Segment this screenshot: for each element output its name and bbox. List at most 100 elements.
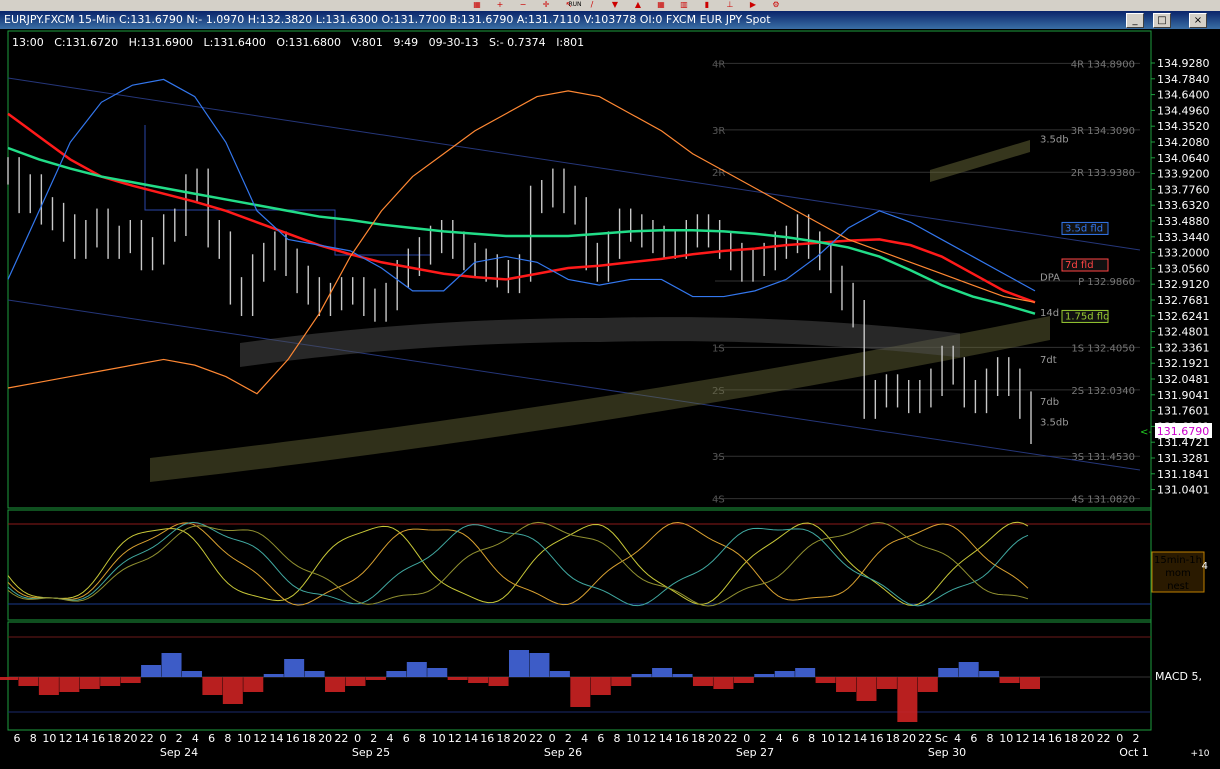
x-tick-label: 20 — [707, 732, 721, 745]
x-tick-label: 14 — [464, 732, 478, 745]
macd-bar — [386, 671, 407, 677]
pivot-left-label: 1S — [712, 343, 725, 354]
x-tick-label: 2 — [760, 732, 767, 745]
macd-bar — [672, 674, 693, 677]
macd-bar — [0, 677, 18, 680]
macd-bar — [181, 671, 202, 677]
x-tick-label: 12 — [253, 732, 267, 745]
pivot-right-label: 2S 132.0340 — [1071, 386, 1135, 397]
info-close: C:131.6720 — [54, 36, 119, 49]
macd-bar — [100, 677, 121, 686]
y-tick-label: 132.3361 — [1157, 341, 1210, 354]
x-tick-label: 18 — [1064, 732, 1078, 745]
x-tick-label: 6 — [597, 732, 604, 745]
x-date-label: Oct 1 — [1119, 746, 1149, 759]
x-tick-label: 2 — [565, 732, 572, 745]
macd-bar — [79, 677, 100, 689]
y-tick-label: 131.7601 — [1157, 405, 1210, 418]
macd-bar — [141, 665, 162, 677]
macd-bar — [979, 671, 1000, 677]
y-tick-label: 132.6241 — [1157, 310, 1210, 323]
macd-bar — [713, 677, 734, 689]
x-tick-label: 4 — [192, 732, 199, 745]
pivot-right-label: 3R 134.3090 — [1071, 126, 1135, 137]
x-tick-label: 6 — [792, 732, 799, 745]
price-chart[interactable]: 4R 4R 134.8900 3R 3R 134.3090 2R 2R 133.9380 P… — [0, 0, 1220, 769]
x-tick-label: 22 — [529, 732, 543, 745]
x-tick-label: 10 — [626, 732, 640, 745]
macd-bar — [427, 668, 448, 677]
x-tick-label: 0 — [1116, 732, 1123, 745]
macd-bar — [692, 677, 713, 686]
cycle-band-right — [930, 140, 1030, 182]
pivot-left-label: 3S — [712, 452, 725, 463]
macd-bar — [38, 677, 59, 695]
y-tick-label: 131.0401 — [1157, 484, 1210, 497]
macd-bar — [938, 668, 959, 677]
y-tick-label: 132.1921 — [1157, 357, 1210, 370]
macd-bar — [631, 674, 652, 677]
macd-bar — [509, 650, 529, 677]
x-tick-label: 12 — [837, 732, 851, 745]
y-tick-label: 132.0481 — [1157, 373, 1210, 386]
x-tick-label: 2 — [370, 732, 377, 745]
momentum-line — [7, 521, 1029, 607]
macd-bar — [222, 677, 243, 704]
x-tick-label: 16 — [286, 732, 300, 745]
x-tick-label: 4 — [581, 732, 588, 745]
x-tick-label: 22 — [334, 732, 348, 745]
band-label: 1.75d fld — [1065, 311, 1109, 322]
macd-bar — [406, 662, 427, 677]
macd-bar — [815, 677, 836, 683]
macd-bar — [754, 674, 775, 677]
x-tick-label: 20 — [1080, 732, 1094, 745]
macd-bar — [468, 677, 489, 683]
x-tick-label: 14 — [269, 732, 283, 745]
info-s: S:- 0.7374 — [489, 36, 546, 49]
pivot-right-label: 4S 131.0820 — [1071, 495, 1135, 506]
x-tick-label: 6 — [14, 732, 21, 745]
macd-bar — [611, 677, 632, 686]
x-tick-label: 8 — [808, 732, 815, 745]
info-clock: 9:49 — [393, 36, 419, 49]
band-label: DPA — [1040, 273, 1060, 284]
x-tick-label: 0 — [354, 732, 361, 745]
momentum-line — [7, 521, 1029, 606]
momentum-legend-line: 15min-1h — [1154, 555, 1202, 566]
y-tick-label: 132.7681 — [1157, 294, 1210, 307]
x-tick-label: 0 — [549, 732, 556, 745]
y-tick-label: 131.4721 — [1157, 436, 1210, 449]
x-tick-label: 14 — [75, 732, 89, 745]
y-tick-label: 134.4960 — [1157, 104, 1210, 117]
y-tick-label: 134.2080 — [1157, 136, 1210, 149]
x-tick-label: 18 — [497, 732, 511, 745]
x-tick-label: 16 — [870, 732, 884, 745]
moving-average-line — [7, 146, 1036, 315]
macd-bar — [590, 677, 611, 695]
y-tick-label: 134.7840 — [1157, 73, 1210, 86]
x-tick-label: 8 — [987, 732, 994, 745]
y-tick-label: 133.9200 — [1157, 168, 1210, 181]
x-tick-label: 10 — [42, 732, 56, 745]
macd-bar — [243, 677, 264, 692]
x-date-label: Sep 30 — [928, 746, 966, 759]
x-tick-label: 16 — [675, 732, 689, 745]
x-date-label: Sep 25 — [352, 746, 390, 759]
y-tick-label: 134.9280 — [1157, 57, 1210, 70]
x-tick-label: 12 — [59, 732, 73, 745]
info-low: L:131.6400 — [203, 36, 266, 49]
macd-bar — [999, 677, 1020, 683]
x-tick-label: 18 — [886, 732, 900, 745]
y-tick-label: 132.4801 — [1157, 326, 1210, 339]
band-label: 3.5db — [1040, 134, 1069, 145]
step-line — [144, 125, 430, 256]
x-date-label: Sep 26 — [544, 746, 582, 759]
x-tick-label: 14 — [659, 732, 673, 745]
x-tick-label: 12 — [642, 732, 656, 745]
y-tick-label: 133.4880 — [1157, 215, 1210, 228]
x-tick-label: 2 — [1133, 732, 1140, 745]
last-price-arrow: <- — [1140, 427, 1152, 438]
x-tick-label: 20 — [513, 732, 527, 745]
x-tick-label: Sc — [935, 732, 948, 745]
band-label: 3.5db — [1040, 418, 1069, 429]
